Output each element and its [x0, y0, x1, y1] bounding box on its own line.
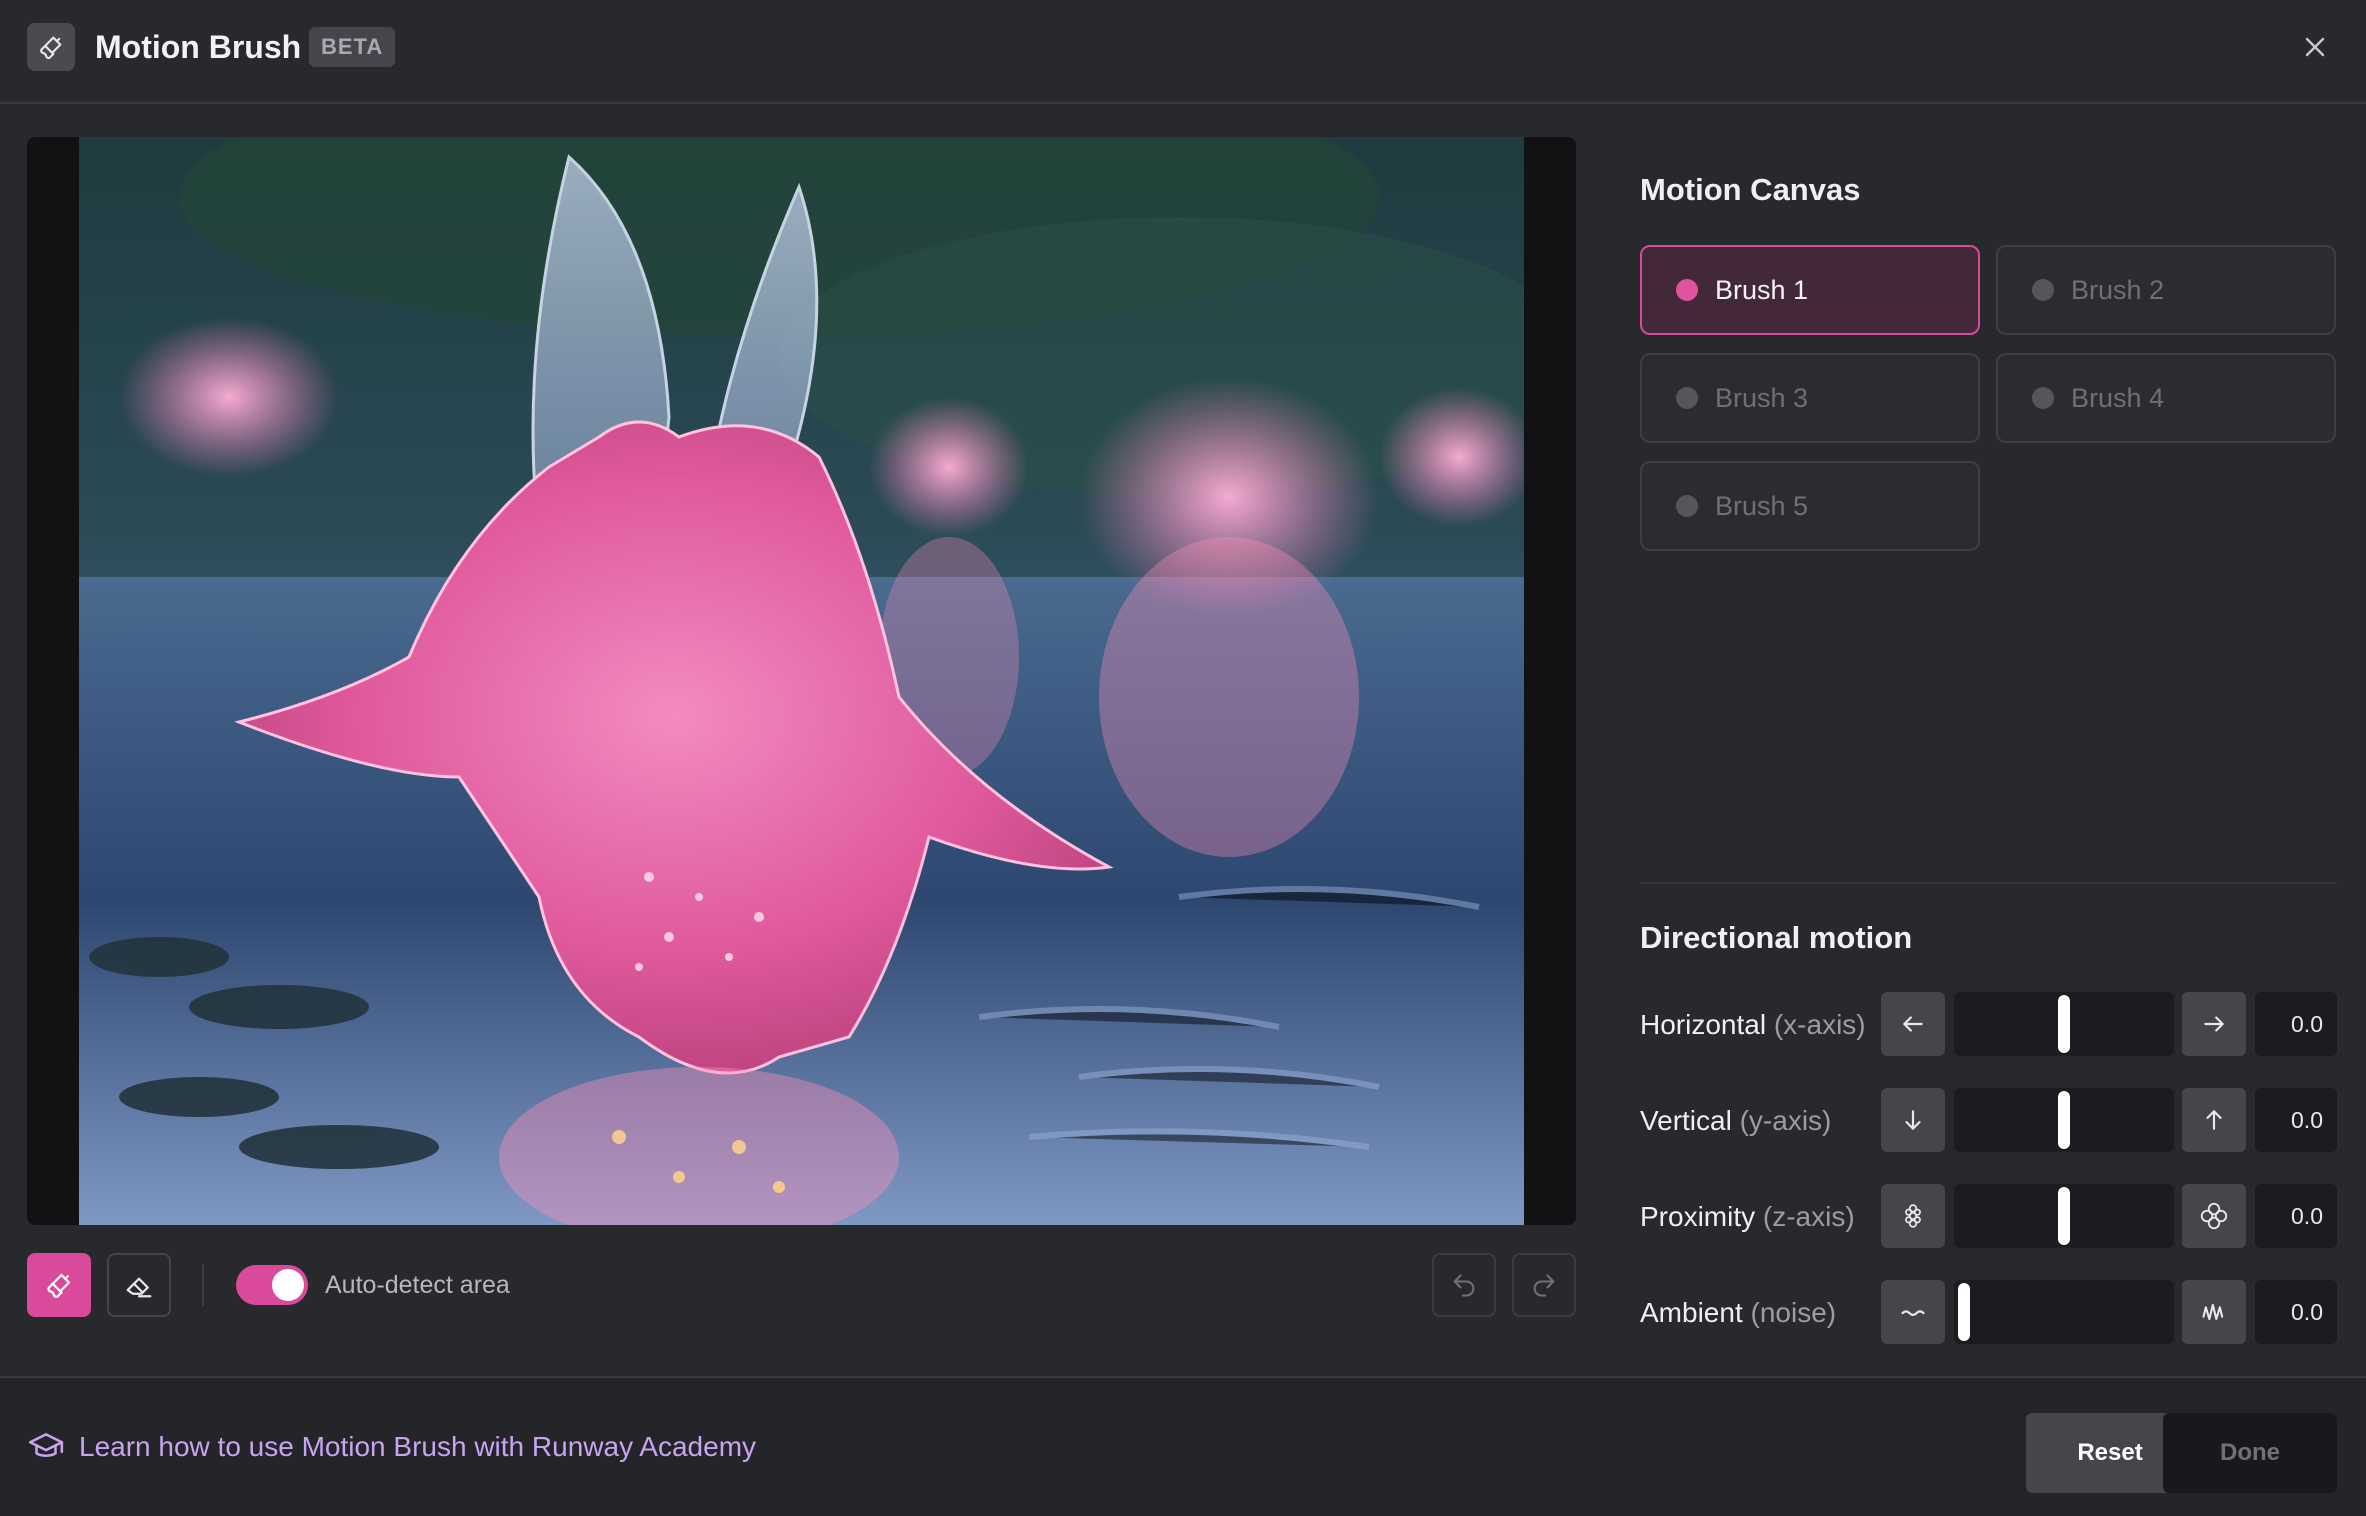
vertical-motion-row: Vertical (y-axis) 0.0 [1640, 1088, 2337, 1154]
high-wave-icon [2202, 1303, 2224, 1321]
motion-canvas-frame [27, 137, 1576, 1225]
ambient-label: Ambient (noise) [1640, 1297, 1837, 1328]
move-right-button[interactable] [2182, 992, 2246, 1056]
brush-color-dot [2032, 279, 2054, 301]
brush-icon [27, 23, 75, 71]
arrow-right-icon [2204, 1016, 2224, 1032]
brush-5-card[interactable]: Brush 5 [1640, 461, 1980, 551]
source-image[interactable] [79, 137, 1524, 1225]
scene-illustration [79, 137, 1524, 1225]
brush-label: Brush 3 [1715, 382, 1809, 413]
close-icon [2305, 37, 2325, 57]
brush-3-card[interactable]: Brush 3 [1640, 353, 1980, 443]
large-flower-icon [2200, 1202, 2228, 1230]
slider-handle[interactable] [2058, 1187, 2070, 1245]
vertical-label: Vertical (y-axis) [1640, 1105, 1832, 1136]
move-up-button[interactable] [2182, 1088, 2246, 1152]
decrease-noise-button[interactable] [1881, 1280, 1945, 1344]
proximity-slider[interactable] [1954, 1184, 2174, 1248]
brush-color-dot [1676, 279, 1698, 301]
ambient-value[interactable]: 0.0 [2255, 1280, 2337, 1344]
arrow-down-icon [1905, 1110, 1921, 1130]
vertical-slider[interactable] [1954, 1088, 2174, 1152]
beta-badge: BETA [309, 27, 396, 67]
small-flower-icon [1905, 1204, 1921, 1228]
auto-detect-toggle[interactable] [236, 1265, 308, 1305]
eraser-icon [126, 1277, 152, 1298]
motion-canvas-title: Motion Canvas [1640, 172, 1861, 207]
close-button[interactable] [2298, 30, 2332, 64]
done-button[interactable]: Done [2163, 1413, 2337, 1493]
arrow-left-icon [1903, 1016, 1923, 1032]
undo-icon [1453, 1274, 1475, 1297]
move-left-button[interactable] [1881, 992, 1945, 1056]
move-down-button[interactable] [1881, 1088, 1945, 1152]
brush-color-dot [1676, 495, 1698, 517]
brush-label: Brush 4 [2071, 382, 2165, 413]
directional-motion-title: Directional motion [1640, 920, 1913, 955]
runway-academy-link[interactable]: Learn how to use Motion Brush with Runwa… [27, 1428, 756, 1466]
horizontal-value[interactable]: 0.0 [2255, 992, 2337, 1056]
brush-tool-button[interactable] [27, 1253, 91, 1317]
page-title: Motion Brush [95, 29, 302, 65]
auto-detect-label: Auto-detect area [325, 1271, 510, 1299]
brush-icon [47, 1273, 71, 1298]
learn-link-text[interactable]: Learn how to use Motion Brush with Runwa… [79, 1429, 756, 1465]
redo-button[interactable] [1512, 1253, 1576, 1317]
proximity-label: Proximity (z-axis) [1640, 1201, 1855, 1232]
slider-handle[interactable] [2058, 1091, 2070, 1149]
arrow-up-icon [2206, 1110, 2222, 1130]
brush-4-card[interactable]: Brush 4 [1996, 353, 2336, 443]
graduation-cap-icon [28, 1433, 64, 1457]
vertical-value[interactable]: 0.0 [2255, 1088, 2337, 1152]
brush-label: Brush 1 [1715, 274, 1809, 305]
eraser-tool-button[interactable] [107, 1253, 171, 1317]
modal-header: Motion Brush BETA [0, 0, 2366, 104]
ambient-motion-row: Ambient (noise) 0.0 [1640, 1280, 2337, 1346]
toolbar-divider [202, 1264, 204, 1306]
slider-handle[interactable] [1958, 1283, 1970, 1341]
brush-color-dot [1676, 387, 1698, 409]
move-away-button[interactable] [1881, 1184, 1945, 1248]
undo-button[interactable] [1432, 1253, 1496, 1317]
brush-label: Brush 5 [1715, 490, 1809, 521]
horizontal-motion-row: Horizontal (x-axis) 0.0 [1640, 992, 2337, 1058]
brush-label: Brush 2 [2071, 274, 2165, 305]
horizontal-label: Horizontal (x-axis) [1640, 1009, 1866, 1040]
panel-divider [1640, 882, 2337, 884]
proximity-value[interactable]: 0.0 [2255, 1184, 2337, 1248]
increase-noise-button[interactable] [2182, 1280, 2246, 1344]
brush-2-card[interactable]: Brush 2 [1996, 245, 2336, 335]
ambient-slider[interactable] [1954, 1280, 2174, 1344]
proximity-motion-row: Proximity (z-axis) 0.0 [1640, 1184, 2337, 1250]
toggle-knob [272, 1269, 304, 1301]
move-closer-button[interactable] [2182, 1184, 2246, 1248]
low-wave-icon [1901, 1310, 1925, 1316]
brush-1-card[interactable]: Brush 1 [1640, 245, 1980, 335]
brush-color-dot [2032, 387, 2054, 409]
slider-handle[interactable] [2058, 995, 2070, 1053]
redo-icon [1533, 1274, 1555, 1297]
horizontal-slider[interactable] [1954, 992, 2174, 1056]
modal-footer: Learn how to use Motion Brush with Runwa… [0, 1376, 2366, 1516]
